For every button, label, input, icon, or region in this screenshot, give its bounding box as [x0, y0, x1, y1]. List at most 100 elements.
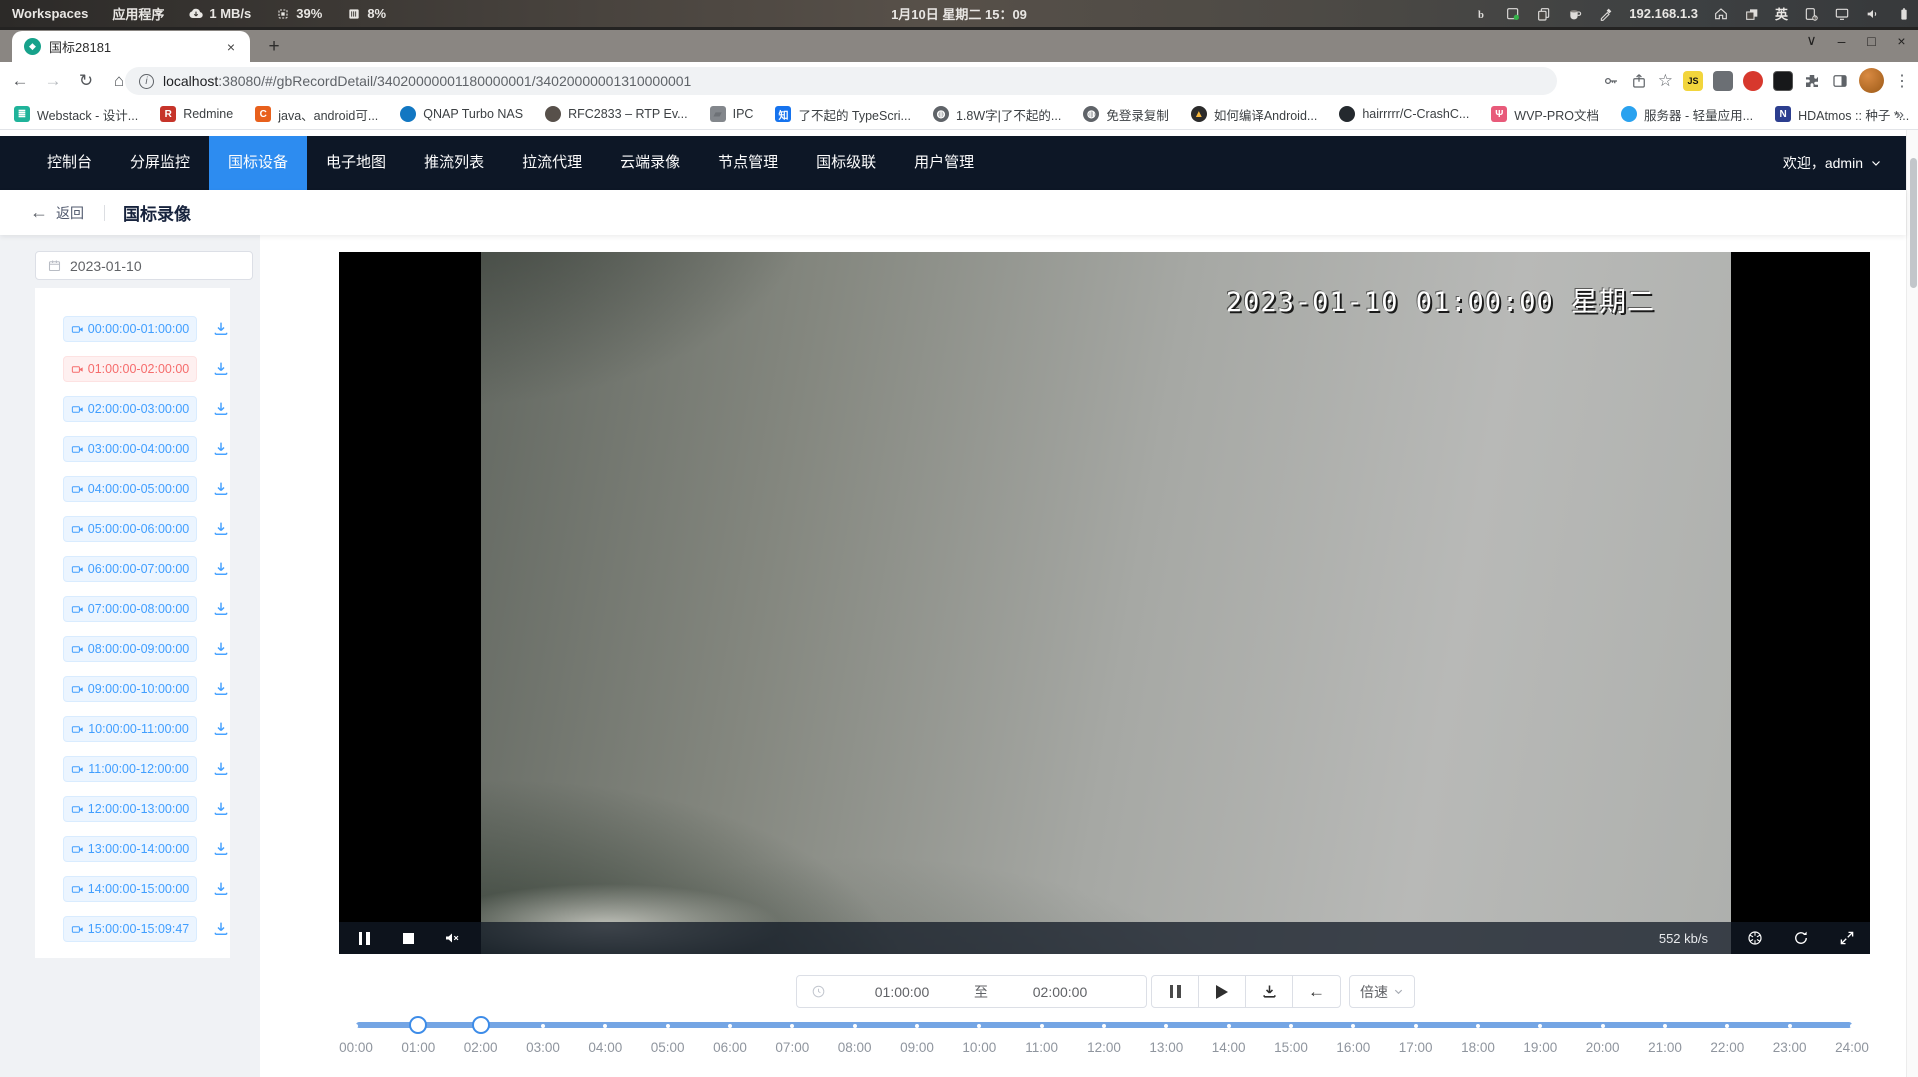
end-time-value[interactable]: 02:00:00 [988, 984, 1132, 1000]
site-info-icon[interactable]: i [139, 74, 154, 89]
nav-tab-3[interactable]: 国标设备 [209, 136, 307, 190]
side-panel-icon[interactable] [1831, 72, 1849, 90]
download-recording-icon[interactable] [212, 320, 230, 338]
nav-tab-6[interactable]: 拉流代理 [503, 136, 601, 190]
bookmarks-overflow-icon[interactable]: » [1896, 106, 1904, 123]
nav-tab-10[interactable]: 用户管理 [895, 136, 993, 190]
timeline-handle[interactable] [409, 1016, 427, 1034]
bookmark-item[interactable]: ◍1.8W字|了不起的... [933, 105, 1061, 124]
coffee-icon[interactable] [1567, 6, 1583, 22]
timeline-hour-stop[interactable] [1102, 1024, 1106, 1028]
download-recording-icon[interactable] [212, 560, 230, 578]
timeline-hour-stop[interactable] [1040, 1024, 1044, 1028]
home-icon[interactable] [1713, 6, 1729, 22]
new-tab-button[interactable]: + [262, 35, 286, 59]
workspaces-tray-icon[interactable] [1744, 6, 1760, 22]
workspaces-button[interactable]: Workspaces [12, 6, 88, 21]
mute-icon[interactable] [441, 927, 463, 949]
snapshot-icon[interactable] [1744, 927, 1766, 949]
download-recording-icon[interactable] [212, 720, 230, 738]
pause-button[interactable] [1152, 976, 1199, 1007]
timeline-hour-stop[interactable] [1663, 1024, 1667, 1028]
playback-speed-dropdown[interactable]: 倍速 [1349, 975, 1415, 1008]
recording-segment-button[interactable]: 00:00:00-01:00:00 [63, 316, 197, 342]
download-recording-icon[interactable] [212, 920, 230, 938]
window-minimize-icon[interactable]: – [1833, 33, 1850, 49]
profile-avatar[interactable] [1859, 68, 1884, 93]
bookmark-item[interactable]: ◍免登录复制 [1083, 105, 1169, 124]
bookmark-item[interactable]: hairrrrr/C-CrashC... [1339, 106, 1469, 122]
forward-icon[interactable]: → [40, 71, 66, 91]
bookmark-item[interactable]: ΨWVP-PRO文档 [1491, 105, 1599, 124]
back-link[interactable]: 返回 [56, 203, 84, 223]
window-close-icon[interactable]: × [1893, 33, 1910, 49]
password-key-icon[interactable] [1602, 72, 1620, 90]
timeline-hour-stop[interactable] [853, 1024, 857, 1028]
recording-segment-button[interactable]: 06:00:00-07:00:00 [63, 556, 197, 582]
display-icon[interactable] [1834, 6, 1850, 22]
timeline-hour-stop[interactable] [354, 1024, 358, 1028]
input-method-indicator[interactable]: 英 [1775, 4, 1788, 23]
download-recording-icon[interactable] [212, 360, 230, 378]
clipboard-manager-icon[interactable] [1536, 6, 1552, 22]
phone-link-icon[interactable]: ? [1803, 6, 1819, 22]
timeline-hour-stop[interactable] [1164, 1024, 1168, 1028]
bookmark-item[interactable]: RFC2833 – RTP Ev... [545, 106, 688, 122]
adblock-extension-icon[interactable] [1743, 71, 1763, 91]
timeline-hour-stop[interactable] [1725, 1024, 1729, 1028]
applications-button[interactable]: 应用程序 [112, 4, 164, 23]
recording-segment-button[interactable]: 04:00:00-05:00:00 [63, 476, 197, 502]
recording-segment-button[interactable]: 14:00:00-15:00:00 [63, 876, 197, 902]
recording-segment-button[interactable]: 09:00:00-10:00:00 [63, 676, 197, 702]
bookmark-item[interactable]: 服务器 - 轻量应用... [1621, 105, 1753, 124]
js-extension-icon[interactable]: JS [1683, 71, 1703, 91]
download-recording-icon[interactable] [212, 760, 230, 778]
date-picker-input[interactable]: 2023-01-10 [35, 251, 253, 280]
bookmark-star-icon[interactable]: ☆ [1658, 71, 1673, 91]
start-time-value[interactable]: 01:00:00 [830, 984, 974, 1000]
share-icon[interactable] [1630, 72, 1648, 90]
recording-segment-button[interactable]: 05:00:00-06:00:00 [63, 516, 197, 542]
video-player[interactable]: 2023-01-10 01:00:00 星期二 552 kb/s [339, 252, 1870, 954]
bookmark-item[interactable]: RRedmine [160, 106, 233, 122]
time-range-picker[interactable]: 01:00:00 至 02:00:00 [796, 975, 1147, 1008]
download-recording-icon[interactable] [212, 600, 230, 618]
screenshot-tool-icon[interactable] [1505, 6, 1521, 22]
timeline-hour-stop[interactable] [603, 1024, 607, 1028]
recording-segment-button[interactable]: 11:00:00-12:00:00 [63, 756, 197, 782]
browser-tab[interactable]: ◆ 国标28181 × [12, 31, 250, 62]
timeline-hour-stop[interactable] [1476, 1024, 1480, 1028]
reload-icon[interactable]: ↻ [73, 71, 99, 91]
bookmark-item[interactable]: ▲如何编译Android... [1191, 105, 1318, 124]
download-button[interactable] [1246, 976, 1293, 1007]
recording-segment-button[interactable]: 12:00:00-13:00:00 [63, 796, 197, 822]
bookmark-item[interactable]: ≣Webstack - 设计... [14, 105, 138, 124]
battery-icon[interactable] [1896, 6, 1912, 22]
extensions-puzzle-icon[interactable] [1803, 72, 1821, 90]
bookmark-item[interactable]: ▰IPC [710, 106, 754, 122]
download-recording-icon[interactable] [212, 800, 230, 818]
recording-segment-button[interactable]: 07:00:00-08:00:00 [63, 596, 197, 622]
timeline-hour-stop[interactable] [1351, 1024, 1355, 1028]
back-icon[interactable]: ← [7, 71, 33, 91]
timeline-hour-stop[interactable] [915, 1024, 919, 1028]
download-recording-icon[interactable] [212, 640, 230, 658]
scrollbar-thumb[interactable] [1910, 158, 1917, 288]
nav-tab-4[interactable]: 电子地图 [307, 136, 405, 190]
timeline-hour-stop[interactable] [1227, 1024, 1231, 1028]
recording-segment-button[interactable]: 10:00:00-11:00:00 [63, 716, 197, 742]
user-menu[interactable]: 欢迎，admin [1783, 136, 1882, 190]
play-button[interactable] [1199, 976, 1246, 1007]
browser-menu-icon[interactable]: ⋮ [1894, 71, 1908, 91]
back-arrow-icon[interactable]: ← [30, 202, 48, 223]
tab-close-icon[interactable]: × [222, 38, 240, 56]
nav-tab-7[interactable]: 云端录像 [601, 136, 699, 190]
color-picker-icon[interactable] [1598, 6, 1614, 22]
bookmark-item[interactable]: 知了不起的 TypeScri... [775, 105, 911, 124]
seek-back-button[interactable]: ← [1293, 976, 1340, 1007]
address-bar[interactable]: i localhost:38080/#/gbRecordDetail/34020… [125, 67, 1557, 95]
tab-search-icon[interactable]: ∨ [1803, 32, 1820, 49]
timeline-hour-stop[interactable] [1538, 1024, 1542, 1028]
monkey-extension-icon[interactable] [1713, 71, 1733, 91]
nav-tab-2[interactable]: 分屏监控 [111, 136, 209, 190]
